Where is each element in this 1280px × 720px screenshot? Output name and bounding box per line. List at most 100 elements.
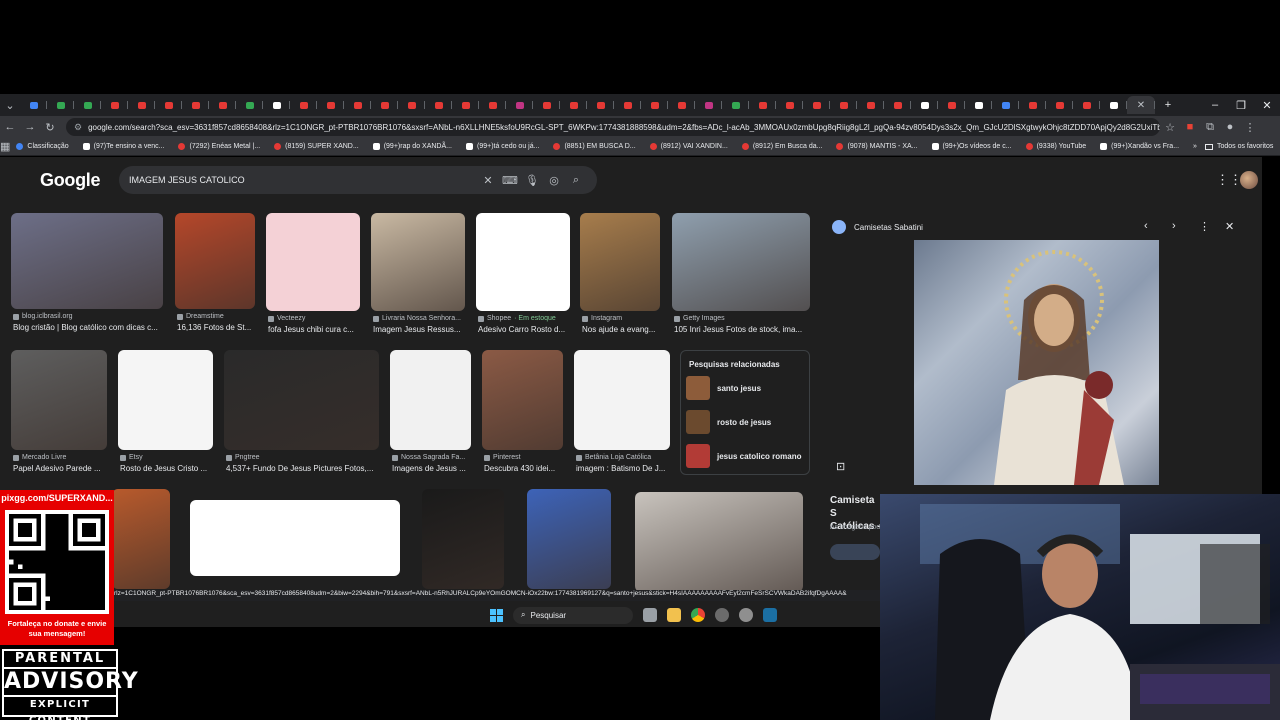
- browser-tab[interactable]: [479, 96, 506, 114]
- browser-tab[interactable]: [776, 96, 803, 114]
- close-icon[interactable]: ✕: [1225, 220, 1234, 233]
- image-result[interactable]: blog.iclbrasil.org Blog cristão | Blog ca…: [11, 213, 163, 339]
- browser-tab[interactable]: [74, 96, 101, 114]
- browser-tab[interactable]: [803, 96, 830, 114]
- browser-tab[interactable]: [749, 96, 776, 114]
- google-logo[interactable]: Google: [40, 170, 101, 191]
- image-result[interactable]: Livraria Nossa Senhora... Imagem Jesus Re…: [371, 213, 465, 341]
- image-result[interactable]: [635, 492, 803, 622]
- profile-icon[interactable]: ●: [1220, 121, 1240, 133]
- result-thumbnail[interactable]: [11, 350, 107, 450]
- bookmark-item[interactable]: (7292) Enéas Metal |...: [178, 143, 260, 150]
- result-title[interactable]: Rosto de Jesus Cristo ...: [120, 464, 215, 473]
- result-thumbnail[interactable]: [266, 213, 360, 311]
- bookmark-item[interactable]: (99+)rap do XANDÃ...: [372, 143, 452, 150]
- image-result[interactable]: Pngtree 4,537+ Fundo De Jesus Pictures Fo…: [224, 350, 379, 480]
- browser-tab[interactable]: [236, 96, 263, 114]
- result-title[interactable]: Papel Adesivo Parede ...: [13, 464, 109, 473]
- browser-tab[interactable]: [857, 96, 884, 114]
- related-item[interactable]: rosto de jesus: [686, 407, 809, 437]
- result-title[interactable]: Imagens de Jesus ...: [392, 464, 473, 473]
- result-thumbnail[interactable]: [635, 492, 803, 592]
- obs-icon[interactable]: [715, 608, 729, 622]
- browser-tab[interactable]: [992, 96, 1019, 114]
- result-title[interactable]: Nos ajude a evang...: [582, 325, 662, 334]
- result-thumbnail[interactable]: [224, 350, 379, 450]
- active-tab[interactable]: ✕: [1127, 96, 1155, 114]
- result-thumbnail[interactable]: [422, 489, 504, 589]
- browser-tab[interactable]: [1019, 96, 1046, 114]
- bookmark-item[interactable]: (97)Te ensino a venc...: [82, 143, 164, 150]
- image-result[interactable]: Instagram Nos ajude a evang...: [580, 213, 660, 341]
- bookmark-item[interactable]: (99+)tá cedo ou já...: [465, 143, 539, 150]
- menu-icon[interactable]: ⋮: [1240, 121, 1260, 134]
- result-title[interactable]: fofa Jesus chibi cura c...: [268, 325, 362, 334]
- result-thumbnail[interactable]: [112, 489, 170, 589]
- image-result[interactable]: Betânia Loja Católica imagem : Batismo De…: [574, 350, 670, 480]
- browser-tab[interactable]: [695, 96, 722, 114]
- panel-header[interactable]: Camisetas Sabatini: [832, 220, 923, 234]
- bookmark-item[interactable]: (9338) YouTube: [1025, 143, 1086, 150]
- apps-grid-icon[interactable]: ▦: [0, 140, 10, 153]
- all-bookmarks[interactable]: Todos os favoritos: [1204, 143, 1273, 150]
- browser-tab[interactable]: [209, 96, 236, 114]
- image-result[interactable]: Vecteezy fofa Jesus chibi cura c...: [266, 213, 360, 341]
- result-thumbnail[interactable]: [390, 350, 471, 450]
- search-icon[interactable]: ⌕: [565, 174, 587, 187]
- extension-icon[interactable]: ■: [1180, 121, 1200, 133]
- result-title[interactable]: Descubra 430 idei...: [484, 464, 565, 473]
- image-result[interactable]: Etsy Rosto de Jesus Cristo ...: [118, 350, 213, 480]
- result-thumbnail[interactable]: [580, 213, 660, 311]
- image-result[interactable]: Mercado Livre Papel Adesivo Parede ...: [11, 350, 107, 480]
- bookmark-item[interactable]: (8912) VAI XANDIN...: [649, 143, 728, 150]
- browser-tab[interactable]: [155, 96, 182, 114]
- reload-icon[interactable]: ↻: [40, 121, 60, 134]
- bookmark-star-icon[interactable]: ☆: [1160, 121, 1180, 134]
- lens-search-icon[interactable]: ⊡: [836, 460, 845, 473]
- browser-tab[interactable]: [668, 96, 695, 114]
- steam-icon[interactable]: [763, 608, 777, 622]
- browser-tab[interactable]: [587, 96, 614, 114]
- browser-tab[interactable]: [47, 96, 74, 114]
- browser-tab[interactable]: [830, 96, 857, 114]
- browser-tab[interactable]: [506, 96, 533, 114]
- extensions-icon[interactable]: ⧉: [1200, 121, 1220, 134]
- browser-tab[interactable]: [101, 96, 128, 114]
- browser-tab[interactable]: [614, 96, 641, 114]
- related-item[interactable]: santo jesus: [686, 373, 809, 403]
- browser-tab[interactable]: [182, 96, 209, 114]
- browser-tab[interactable]: [722, 96, 749, 114]
- image-result[interactable]: Shopee · Em estoque Adesivo Carro Rosto d.…: [476, 213, 570, 341]
- browser-tab[interactable]: [20, 96, 47, 114]
- browser-tab[interactable]: [884, 96, 911, 114]
- avatar[interactable]: [1240, 171, 1258, 189]
- new-tab-button[interactable]: +: [1155, 99, 1181, 111]
- result-thumbnail[interactable]: [118, 350, 213, 450]
- close-tab-icon[interactable]: ✕: [1137, 100, 1145, 111]
- bookmark-item[interactable]: Classificação: [16, 143, 69, 150]
- result-thumbnail[interactable]: [527, 489, 611, 589]
- forward-icon[interactable]: →: [20, 121, 40, 133]
- image-result[interactable]: Nossa Sagrada Fa... Imagens de Jesus ...: [390, 350, 471, 480]
- chrome-icon[interactable]: [691, 608, 705, 622]
- lens-icon[interactable]: ◎: [543, 174, 565, 187]
- result-title[interactable]: 4,537+ Fundo De Jesus Pictures Fotos,...: [226, 464, 381, 473]
- taskbar-search[interactable]: ⌕ Pesquisar: [513, 606, 633, 624]
- tab-search-icon[interactable]: ⌄: [0, 99, 20, 112]
- browser-tab[interactable]: [344, 96, 371, 114]
- keyboard-icon[interactable]: ⌨: [499, 174, 521, 187]
- browser-tab[interactable]: [128, 96, 155, 114]
- image-result[interactable]: Getty Images 105 Inri Jesus Fotos de stoc…: [672, 213, 810, 341]
- result-title[interactable]: imagem : Batismo De J...: [576, 464, 672, 473]
- browser-tab[interactable]: [452, 96, 479, 114]
- result-thumbnail[interactable]: [371, 213, 465, 311]
- minimize-icon[interactable]: –: [1202, 99, 1228, 111]
- search-input[interactable]: IMAGEM JESUS CATOLICO: [129, 175, 477, 185]
- back-icon[interactable]: ←: [0, 121, 20, 133]
- microphone-icon[interactable]: 🎙: [521, 174, 543, 187]
- result-thumbnail[interactable]: [672, 213, 810, 311]
- more-bookmarks-icon[interactable]: »: [1193, 143, 1197, 150]
- preview-image[interactable]: [914, 240, 1159, 485]
- related-item[interactable]: jesus catolico romano: [686, 441, 809, 471]
- browser-tab[interactable]: [641, 96, 668, 114]
